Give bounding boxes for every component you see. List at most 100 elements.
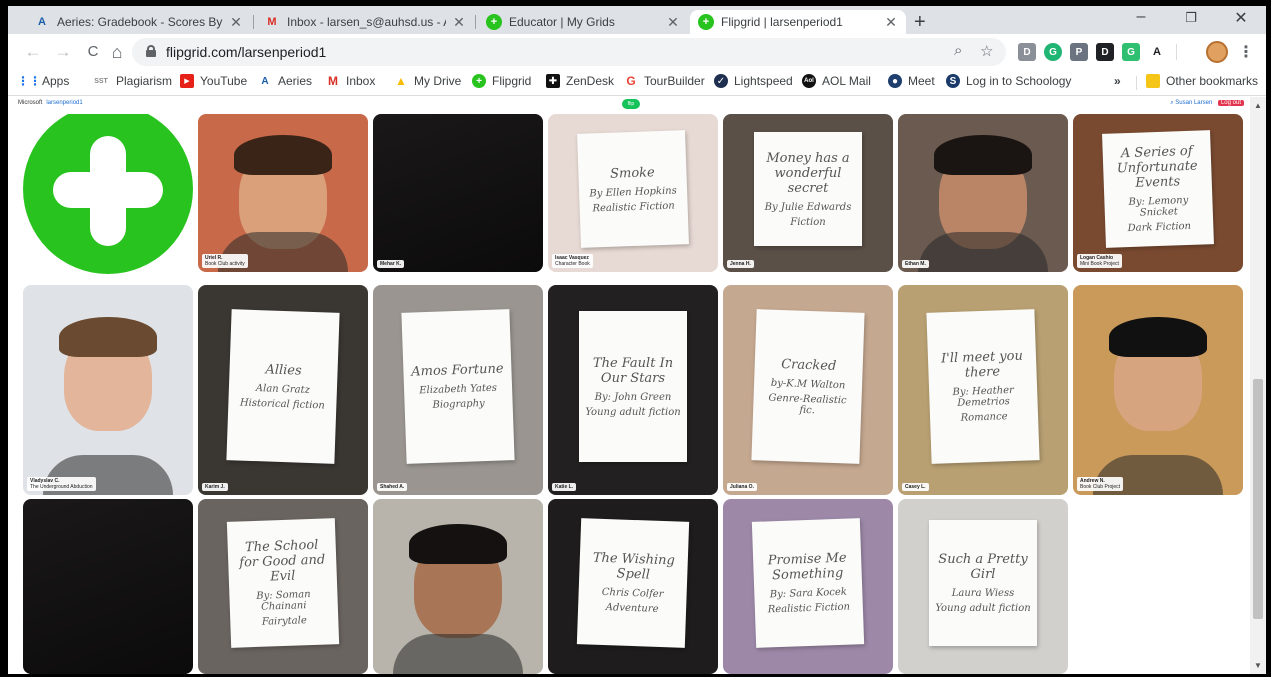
response-tile[interactable] xyxy=(23,499,193,674)
zendesk-icon: ✚ xyxy=(546,74,560,88)
page-scrollbar[interactable]: ▲ ▼ xyxy=(1250,97,1266,674)
close-icon[interactable]: ✕ xyxy=(229,14,243,31)
url-text: flipgrid.com/larsenperiod1 xyxy=(166,44,327,60)
bookmark-zendesk[interactable]: ✚ ZenDesk xyxy=(546,74,614,88)
profile-avatar[interactable] xyxy=(1206,41,1228,63)
response-title: Character Book xyxy=(555,261,590,267)
response-tile[interactable]: Cracked by-K.M Walton Genre-Realistic fic.… xyxy=(723,285,893,495)
tab-title: Flipgrid | larsenperiod1 xyxy=(721,15,843,29)
book-cover-text: By: John Green xyxy=(594,391,672,403)
grid-name-link[interactable]: larsenperiod1 xyxy=(46,100,82,106)
response-tile[interactable]: Uriel R. Book Club activity xyxy=(198,114,368,272)
extension-d-icon[interactable]: D xyxy=(1018,43,1036,61)
response-tile[interactable]: Amos Fortune Elizabeth Yates Biography Shah… xyxy=(373,285,543,495)
response-tile[interactable]: Smoke By Ellen Hopkins Realistic Fiction Is… xyxy=(548,114,718,272)
bookmark-star-icon[interactable]: ☆ xyxy=(980,42,993,60)
extension-dark-icon[interactable]: D xyxy=(1096,43,1114,61)
bookmarks-bar: ⋮⋮ Apps SST Plagiarism ▶ YouTube A Aerie… xyxy=(8,70,1266,96)
browser-toolbar: ← → C ⌂ flipgrid.com/larsenperiod1 ⌕ ☆ D… xyxy=(8,34,1266,70)
bookmarks-overflow-chevron-icon[interactable]: » xyxy=(1114,74,1121,88)
restore-button[interactable]: ❐ xyxy=(1168,10,1214,26)
bookmark-apps[interactable]: ⋮⋮ Apps xyxy=(17,74,69,88)
bookmark-label: Aeries xyxy=(278,74,313,88)
bookmark-youtube[interactable]: ▶ YouTube xyxy=(180,74,247,88)
drive-icon: ▲ xyxy=(395,74,407,88)
bookmark-plagiarism[interactable]: SST Plagiarism xyxy=(92,74,172,88)
toolbar-divider xyxy=(1176,44,1177,60)
response-caption: Isaac Vasquez Character Book xyxy=(552,254,593,268)
response-tile[interactable]: The Fault In Our Stars By: John Green Youn… xyxy=(548,285,718,495)
book-cover-text: By: Heather Demetrios xyxy=(952,384,1015,409)
browser-window: A Aeries: Gradebook - Scores By As ✕ M I… xyxy=(8,6,1266,674)
response-tile[interactable]: I'll meet you there By: Heather Demetrios… xyxy=(898,285,1068,495)
extension-p-icon[interactable]: P xyxy=(1070,43,1088,61)
extension-g-icon[interactable]: G xyxy=(1122,43,1140,61)
student-name: Jenna H. xyxy=(730,261,751,267)
close-icon[interactable]: ✕ xyxy=(884,14,898,31)
scrollbar-thumb[interactable] xyxy=(1253,379,1263,619)
response-tile[interactable] xyxy=(373,499,543,674)
response-tile[interactable]: Vladyslav C. The Underground Abduction xyxy=(23,285,193,495)
minimize-button[interactable]: – xyxy=(1118,8,1164,26)
book-cover-text: Laura Wiess xyxy=(951,588,1015,599)
bookmark-label: My Drive xyxy=(414,74,462,88)
gmail-icon: M xyxy=(267,16,277,28)
tab-separator xyxy=(253,15,254,29)
home-button[interactable]: ⌂ xyxy=(106,41,128,63)
back-button[interactable]: ← xyxy=(22,41,44,63)
reload-button[interactable]: C xyxy=(82,41,104,63)
address-bar[interactable]: flipgrid.com/larsenperiod1 ⌕ ☆ xyxy=(132,38,1006,66)
bookmark-aeries[interactable]: A Aeries xyxy=(258,74,312,88)
response-tile[interactable]: Money has a wonderful secret By Julie Edw… xyxy=(723,114,893,272)
bookmark-my-drive[interactable]: ▲ My Drive xyxy=(394,74,461,88)
bookmark-meet[interactable]: ● Meet xyxy=(888,74,935,88)
scroll-down-arrow-icon[interactable]: ▼ xyxy=(1254,661,1262,670)
book-cover-text: Romance xyxy=(960,411,1008,424)
flipgrid-logo[interactable]: flip xyxy=(622,99,640,109)
close-icon[interactable]: ✕ xyxy=(666,14,680,31)
user-name-link[interactable]: Susan Larsen xyxy=(1175,100,1212,106)
logout-button[interactable]: Log out xyxy=(1217,100,1244,106)
window-close-button[interactable]: ✕ xyxy=(1218,8,1264,28)
response-tile[interactable]: Allies Alan Gratz Historical fiction Karim … xyxy=(198,285,368,495)
bookmark-schoology[interactable]: S Log in to Schoology xyxy=(946,74,1071,88)
book-cover-text: Such a Pretty Girl xyxy=(938,552,1028,582)
search-icon[interactable]: ⌕ xyxy=(1170,100,1173,106)
response-tile[interactable]: Mehar K. xyxy=(373,114,543,272)
book-cover-text: Realistic Fiction xyxy=(592,200,675,214)
book-cover-text: The School for Good and Evil xyxy=(239,537,326,585)
add-response-button[interactable] xyxy=(23,114,193,276)
new-tab-button[interactable]: + xyxy=(914,12,926,32)
menu-kebab-icon[interactable]: ⋮ xyxy=(1238,42,1254,62)
response-tile[interactable]: Andrew N. Book Club Project xyxy=(1073,285,1243,495)
response-tile[interactable]: Promise Me Something By: Sara Kocek Realis… xyxy=(723,499,893,674)
student-hair xyxy=(59,317,157,357)
bookmark-lightspeed[interactable]: ✓ Lightspeed xyxy=(714,74,793,88)
tab-inbox[interactable]: M Inbox - larsen_s@auhsd.us - Ana ✕ xyxy=(256,10,474,34)
book-cover: Allies Alan Gratz Historical fiction xyxy=(226,309,340,464)
bookmark-inbox[interactable]: M Inbox xyxy=(326,74,375,88)
scroll-up-arrow-icon[interactable]: ▲ xyxy=(1254,101,1262,110)
response-tile[interactable]: The Wishing Spell Chris Colfer Adventure xyxy=(548,499,718,674)
response-tile[interactable]: A Series of Unfortunate Events By: Lemony… xyxy=(1073,114,1243,272)
extension-grammarly-icon[interactable]: G xyxy=(1044,43,1062,61)
zoom-icon[interactable]: ⌕ xyxy=(954,42,962,59)
bookmark-other-bookmarks[interactable]: Other bookmarks xyxy=(1146,74,1258,88)
student-shoulders xyxy=(393,634,523,674)
forward-button[interactable]: → xyxy=(52,41,74,63)
response-tile[interactable]: Ethan M. xyxy=(898,114,1068,272)
tab-educator-my-grids[interactable]: + Educator | My Grids ✕ xyxy=(478,10,688,34)
student-hair xyxy=(234,135,332,175)
bookmark-flipgrid[interactable]: + Flipgrid xyxy=(472,74,531,88)
response-tile[interactable]: The School for Good and Evil By: Soman Ch… xyxy=(198,499,368,674)
tab-flipgrid-larsenperiod1[interactable]: + Flipgrid | larsenperiod1 ✕ xyxy=(690,10,906,34)
response-tile[interactable]: Such a Pretty Girl Laura Wiess Young adult… xyxy=(898,499,1068,674)
student-name: Karim J. xyxy=(205,484,225,490)
extension-a-icon[interactable]: A xyxy=(1148,43,1166,61)
book-cover: The Fault In Our Stars By: John Green Youn… xyxy=(579,311,687,462)
bookmark-aol-mail[interactable]: Aol AOL Mail xyxy=(802,74,871,88)
bookmark-tourbuilder[interactable]: G TourBuilder xyxy=(624,74,704,88)
tab-aeries-gradebook[interactable]: A Aeries: Gradebook - Scores By As ✕ xyxy=(26,10,251,34)
close-icon[interactable]: ✕ xyxy=(452,14,466,31)
book-cover-text: By: Soman Chainani xyxy=(256,589,311,613)
